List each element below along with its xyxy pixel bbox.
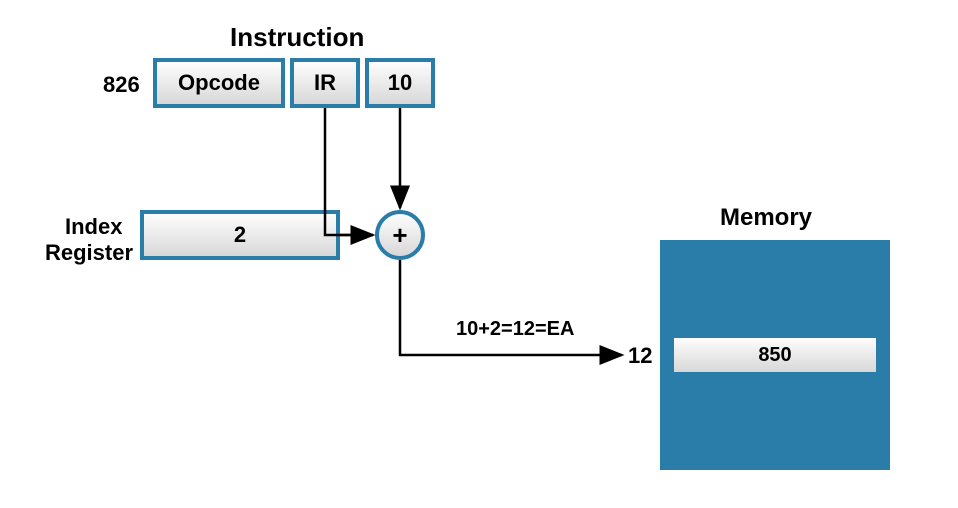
adder-node: + (375, 210, 425, 260)
instruction-title: Instruction (230, 22, 364, 53)
memory-value: 850 (758, 344, 791, 367)
ea-calc-label: 10+2=12=EA (456, 318, 574, 341)
instruction-address: 826 (103, 72, 140, 98)
index-register-value: 2 (234, 222, 246, 248)
adder-symbol: + (392, 220, 407, 251)
ir-cell: IR (290, 58, 360, 108)
displacement-value: 10 (388, 70, 412, 96)
index-register-label-line1: Index (65, 214, 122, 240)
index-register-label-line2: Register (45, 240, 133, 266)
opcode-cell: Opcode (153, 58, 285, 108)
ir-label: IR (314, 70, 336, 96)
index-register-cell: 2 (140, 210, 340, 260)
opcode-label: Opcode (178, 70, 260, 96)
displacement-cell: 10 (365, 58, 435, 108)
memory-row: 850 (670, 334, 880, 376)
ea-address-label: 12 (628, 343, 652, 369)
memory-title: Memory (720, 204, 812, 232)
